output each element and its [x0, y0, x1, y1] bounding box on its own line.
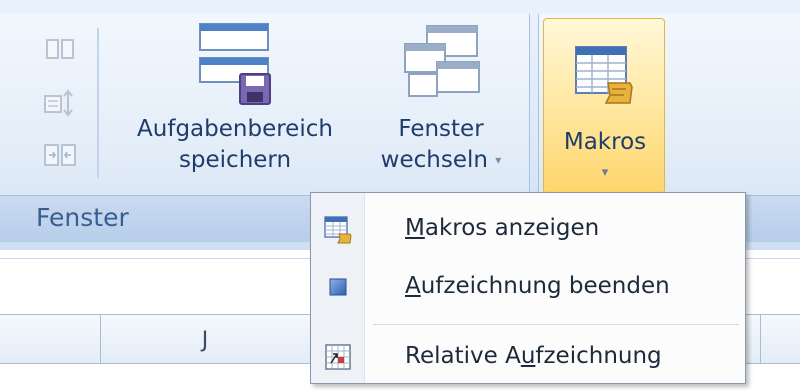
macros-button[interactable]: Makros ▾	[543, 18, 665, 194]
save-workspace-label-1: Aufgabenbereich	[137, 116, 333, 142]
switch-windows-label-2: wechseln	[380, 147, 488, 173]
relative-reference-icon	[321, 340, 355, 374]
side-by-side-icon	[45, 39, 75, 59]
menu-item-view-macros[interactable]: Makros anzeigen	[311, 203, 745, 255]
menu-item-view-macros-label: Makros anzeigen	[405, 215, 600, 241]
switch-windows-button[interactable]: Fenster wechseln ▾	[362, 22, 520, 192]
switch-windows-label-2-wrap: wechseln ▾	[362, 145, 520, 176]
switch-windows-label-1: Fenster	[398, 116, 484, 142]
stop-recording-icon	[321, 270, 355, 304]
synchronous-scroll-icon	[44, 89, 73, 117]
menu-separator	[373, 324, 739, 325]
macros-label: Makros	[563, 129, 647, 155]
synchronous-scroll-button[interactable]	[40, 84, 80, 122]
group-separator	[97, 28, 99, 178]
menu-item-stop-recording-label: Aufzeichnung beenden	[405, 273, 670, 299]
column-header-J[interactable]: J	[100, 328, 310, 353]
save-workspace-label-2: speichern	[178, 147, 292, 173]
chevron-down-icon: ▾	[601, 165, 609, 180]
macro-list-icon	[321, 212, 355, 246]
save-workspace-button[interactable]: Aufgabenbereich speichern	[110, 22, 360, 192]
switch-windows-icon	[404, 25, 480, 97]
reset-window-position-button[interactable]	[40, 136, 80, 174]
menu-item-relative-recording-label: Relative Aufzeichnung	[405, 343, 662, 369]
macros-dropdown-menu: Makros anzeigen Aufzeichnung beenden Rel…	[310, 192, 746, 384]
group-label-fenster: Fenster	[36, 203, 129, 232]
menu-item-relative-recording[interactable]: Relative Aufzeichnung	[311, 331, 745, 383]
reset-window-position-icon	[44, 144, 76, 166]
macros-icon	[575, 46, 633, 104]
chevron-down-icon: ▾	[495, 153, 502, 167]
save-workspace-icon	[199, 23, 271, 105]
side-by-side-button[interactable]	[40, 30, 80, 68]
menu-item-stop-recording[interactable]: Aufzeichnung beenden	[311, 261, 745, 313]
